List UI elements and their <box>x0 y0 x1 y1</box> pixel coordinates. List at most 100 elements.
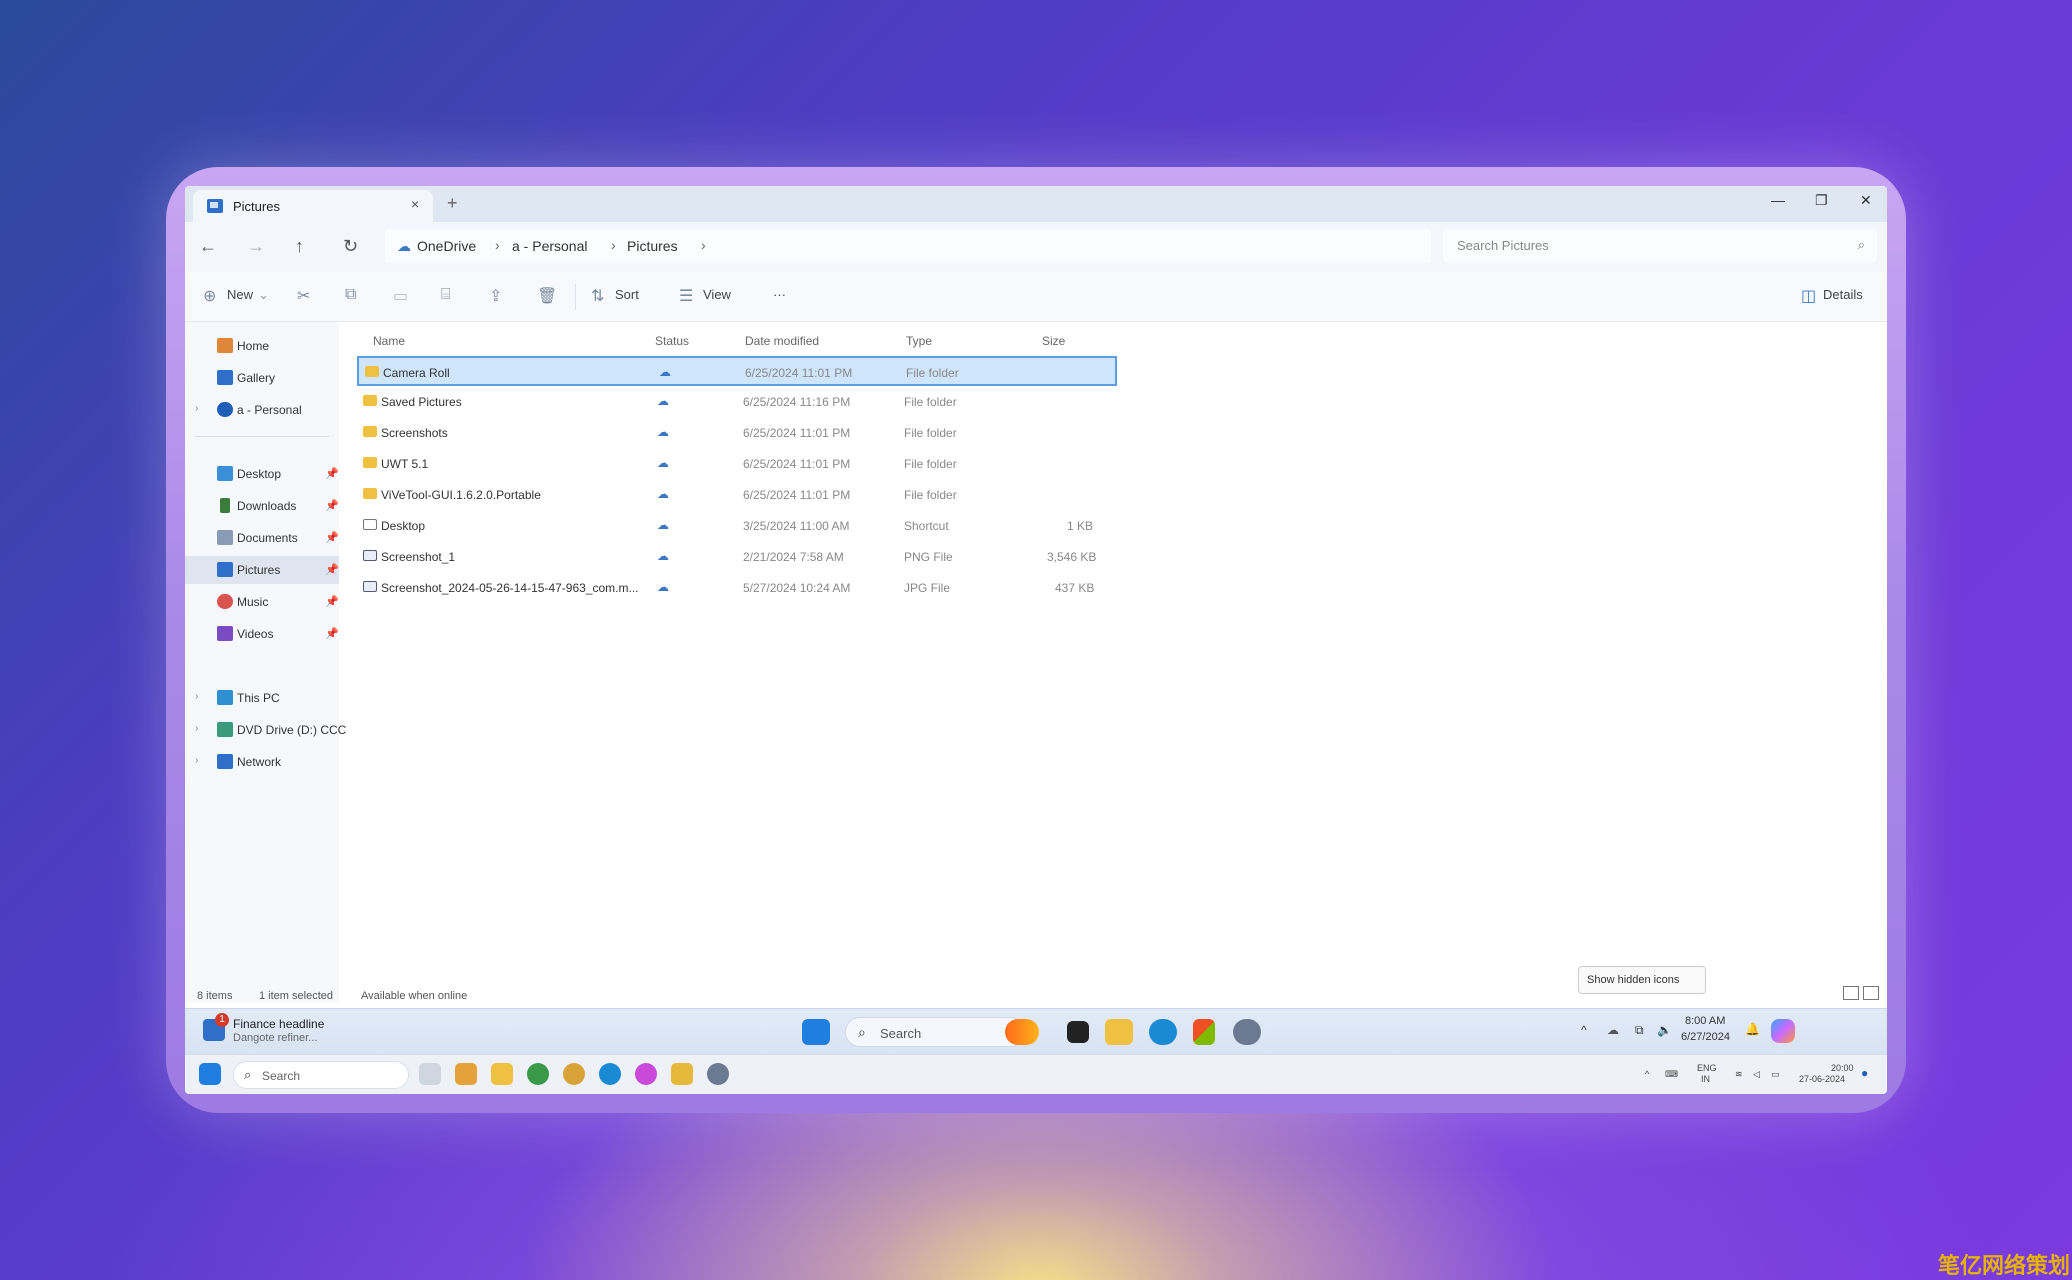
network-tray-icon[interactable]: ⧉ <box>1635 1023 1644 1038</box>
sidebar-item-home[interactable]: Home <box>185 332 339 360</box>
clock-time[interactable]: 8:00 AM <box>1685 1015 1725 1027</box>
edge-browser-icon[interactable] <box>1149 1019 1177 1045</box>
column-header-status[interactable]: Status <box>655 334 689 348</box>
chevron-up-icon[interactable]: ^ <box>1645 1069 1649 1079</box>
clock-date[interactable]: 6/27/2024 <box>1681 1031 1730 1043</box>
edge-browser-icon[interactable] <box>599 1063 621 1085</box>
sidebar-item-onedrive-personal[interactable]: › a - Personal <box>185 396 339 424</box>
rename-icon[interactable]: ⌸ <box>441 286 451 304</box>
file-row[interactable]: Desktop ☁ 3/25/2024 11:00 AM Shortcut 1 … <box>357 511 1117 541</box>
notification-bell-icon[interactable]: 🔔 <box>1745 1022 1760 1036</box>
copilot-icon[interactable] <box>1771 1019 1795 1043</box>
tab-pictures[interactable]: Pictures × <box>193 190 433 222</box>
new-tab-button[interactable]: + <box>447 193 458 214</box>
cloud-status-icon: ☁ <box>657 487 669 501</box>
restore-button[interactable]: ❐ <box>1815 192 1828 209</box>
volume-icon[interactable]: 🔈 <box>1657 1023 1672 1037</box>
delete-icon[interactable]: 🗑 <box>537 286 557 306</box>
file-explorer-icon[interactable] <box>491 1063 513 1085</box>
start-windows-icon[interactable] <box>199 1063 221 1085</box>
column-header-name[interactable]: Name <box>373 334 405 348</box>
file-explorer-window: Pictures × + — ❐ ✕ ← → ↑ ↻ ☁ OneDrive › … <box>185 186 1887 1094</box>
cut-icon[interactable]: ✂ <box>297 286 310 306</box>
file-row[interactable]: Screenshots ☁ 6/25/2024 11:01 PM File fo… <box>357 418 1117 448</box>
sidebar-item-videos[interactable]: Videos 📌 <box>185 620 339 648</box>
column-header-date-modified[interactable]: Date modified <box>745 334 819 348</box>
close-button[interactable]: ✕ <box>1860 192 1872 209</box>
chevron-down-icon: ⌄ <box>258 287 269 302</box>
column-header-type[interactable]: Type <box>906 334 932 348</box>
browser-dev-icon[interactable] <box>635 1063 657 1085</box>
file-row[interactable]: Screenshot_2024-05-26-14-15-47-963_com.m… <box>357 573 1117 603</box>
sidebar-item-documents[interactable]: Documents 📌 <box>185 524 339 552</box>
sidebar-item-this-pc[interactable]: › This PC <box>185 684 339 712</box>
more-options-button[interactable]: ··· <box>773 287 786 302</box>
expand-chevron-icon[interactable]: › <box>195 723 198 734</box>
onedrive-tray-icon[interactable]: ☁ <box>1607 1023 1619 1037</box>
host-clock-time[interactable]: 20:00 <box>1831 1063 1854 1073</box>
file-explorer-icon[interactable] <box>1105 1019 1133 1045</box>
sidebar-item-desktop[interactable]: Desktop 📌 <box>185 460 339 488</box>
paste-icon[interactable]: ▭ <box>393 286 408 306</box>
breadcrumb-pictures[interactable]: Pictures <box>627 238 678 254</box>
up-arrow-icon[interactable]: ↑ <box>295 236 304 257</box>
view-button[interactable]: View <box>703 287 731 302</box>
expand-chevron-icon[interactable]: › <box>195 691 198 702</box>
news-headline[interactable]: Finance headline <box>233 1017 324 1031</box>
expand-chevron-icon[interactable]: › <box>195 403 198 414</box>
file-row[interactable]: Screenshot_1 ☁ 2/21/2024 7:58 AM PNG Fil… <box>357 542 1117 572</box>
notification-dot-icon[interactable]: ● <box>1861 1067 1868 1079</box>
address-bar[interactable]: ☁ OneDrive › a - Personal › Pictures › <box>385 229 1431 263</box>
chevron-up-icon[interactable]: ^ <box>1581 1023 1587 1037</box>
host-clock-date[interactable]: 27-06-2024 <box>1799 1074 1845 1084</box>
file-row[interactable]: UWT 5.1 ☁ 6/25/2024 11:01 PM File folder <box>357 449 1117 479</box>
wifi-icon[interactable]: ≋ <box>1735 1069 1743 1079</box>
search-highlight-icon[interactable] <box>1005 1019 1039 1045</box>
file-row[interactable]: Camera Roll ☁ 6/25/2024 11:01 PM File fo… <box>357 356 1117 386</box>
battery-icon[interactable]: ▭ <box>1771 1069 1780 1079</box>
new-button[interactable]: New <box>227 287 253 302</box>
breadcrumb-onedrive[interactable]: OneDrive <box>417 238 476 254</box>
sidebar-item-music[interactable]: Music 📌 <box>185 588 339 616</box>
minimize-button[interactable]: — <box>1771 192 1785 208</box>
sidebar-item-gallery[interactable]: Gallery <box>185 364 339 392</box>
chrome-icon[interactable] <box>527 1063 549 1085</box>
folder-app-icon[interactable] <box>671 1063 693 1085</box>
tiles-view-icon[interactable] <box>1863 986 1879 1000</box>
back-arrow-icon[interactable]: ← <box>199 236 217 257</box>
settings-gear-icon[interactable] <box>1233 1019 1261 1045</box>
taskbar-search-label: Search <box>880 1026 922 1041</box>
forward-arrow-icon[interactable]: → <box>247 236 265 257</box>
file-row[interactable]: ViVeTool-GUI.1.6.2.0.Portable ☁ 6/25/202… <box>357 480 1117 510</box>
search-input[interactable]: Search Pictures ⌕ <box>1443 229 1877 263</box>
chrome-canary-icon[interactable] <box>563 1063 585 1085</box>
share-icon[interactable]: ⇪ <box>489 286 502 306</box>
task-view-icon[interactable] <box>1067 1021 1089 1043</box>
sidebar-item-dvd-drive[interactable]: › DVD Drive (D:) CCC <box>185 716 346 744</box>
keyboard-icon[interactable]: ⌨ <box>1665 1069 1678 1079</box>
column-header-size[interactable]: Size <box>1042 334 1065 348</box>
app-icon[interactable] <box>455 1063 477 1085</box>
expand-chevron-icon[interactable]: › <box>195 755 198 766</box>
sidebar-item-pictures[interactable]: Pictures 📌 <box>185 556 339 584</box>
tab-close-button[interactable]: × <box>411 196 419 212</box>
host-search-box[interactable]: ⌕ Search <box>233 1061 409 1089</box>
widgets-icon[interactable] <box>419 1063 441 1085</box>
sidebar-item-downloads[interactable]: Downloads 📌 <box>185 492 339 520</box>
taskbar-search-box[interactable]: ⌕ Search <box>845 1017 1025 1047</box>
details-button[interactable]: Details <box>1823 287 1863 302</box>
breadcrumb-personal[interactable]: a - Personal <box>512 238 587 254</box>
volume-icon[interactable]: ◁ <box>1753 1069 1760 1079</box>
sidebar-item-network[interactable]: › Network <box>185 748 339 776</box>
file-row[interactable]: Saved Pictures ☁ 6/25/2024 11:16 PM File… <box>357 387 1117 417</box>
sort-button[interactable]: Sort <box>615 287 639 302</box>
copy-icon[interactable]: ⧉ <box>345 286 356 304</box>
file-date: 3/25/2024 11:00 AM <box>743 519 850 533</box>
details-view-icon[interactable] <box>1843 986 1859 1000</box>
settings-gear-icon[interactable] <box>707 1063 729 1085</box>
language-indicator[interactable]: ENG <box>1697 1063 1717 1073</box>
refresh-icon[interactable]: ↻ <box>343 236 358 257</box>
file-date: 5/27/2024 10:24 AM <box>743 581 851 595</box>
start-windows-icon[interactable] <box>802 1019 830 1045</box>
store-icon[interactable] <box>1193 1019 1215 1045</box>
